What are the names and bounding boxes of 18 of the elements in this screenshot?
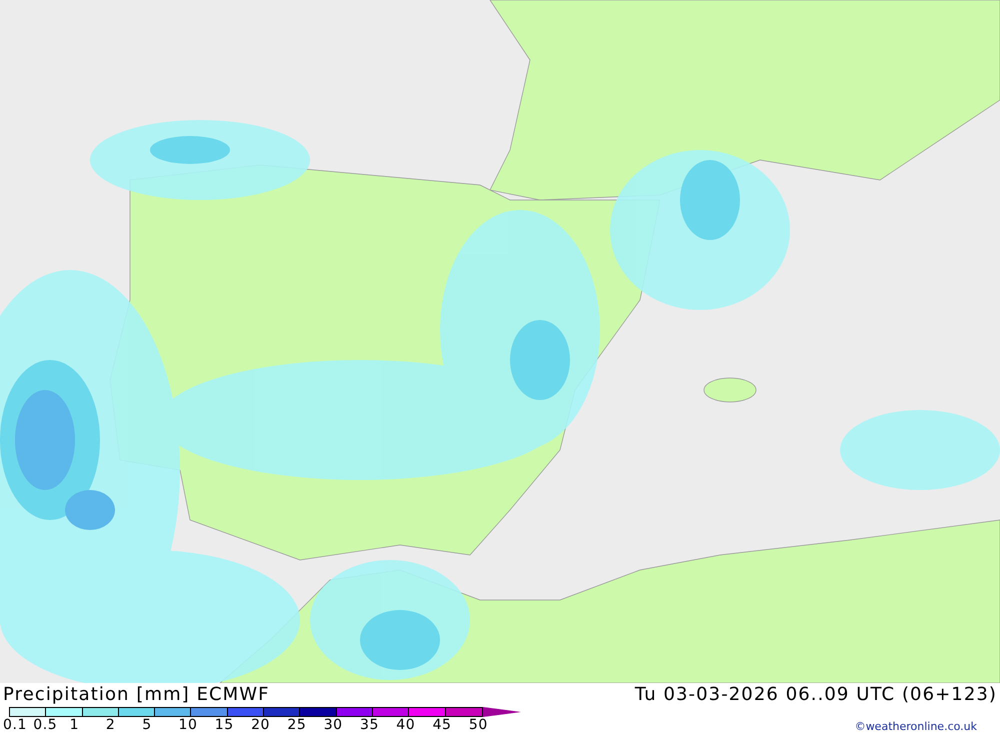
scale-label: 1 <box>70 718 80 732</box>
scale-label: 20 <box>251 718 270 732</box>
scale-label: 5 <box>142 718 152 732</box>
scale-label: 25 <box>287 718 306 732</box>
scale-label: 2 <box>106 718 116 732</box>
scale-label: 15 <box>214 718 234 732</box>
scale-label: 35 <box>360 718 379 732</box>
scale-label: 50 <box>468 718 488 732</box>
scale-label: 0.1 <box>3 718 27 732</box>
copyright-text: ©weatheronline.co.uk <box>854 721 977 732</box>
valid-time: Tu 03-03-2026 06..09 UTC (06+123) <box>634 686 997 704</box>
scale-label: 40 <box>396 718 416 732</box>
scale-label: 0.5 <box>33 718 58 732</box>
scale-label: 10 <box>178 718 198 732</box>
scale-label: 30 <box>324 718 343 732</box>
overflow-arrow-icon <box>482 707 521 717</box>
scale-label: 45 <box>432 718 452 732</box>
legend-title: Precipitation [mm] ECMWF <box>3 686 270 704</box>
